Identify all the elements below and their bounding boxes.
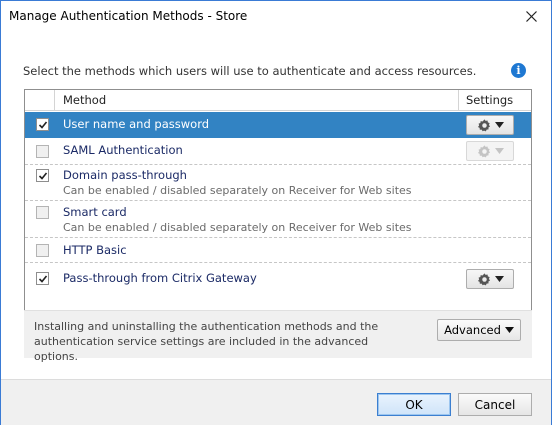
close-icon bbox=[525, 10, 537, 22]
method-name: SAML Authentication bbox=[63, 143, 183, 157]
instruction-text: Select the methods which users will use … bbox=[23, 64, 477, 78]
method-name: Smart card bbox=[63, 205, 127, 219]
table-row[interactable]: User name and password bbox=[25, 112, 531, 138]
gear-icon bbox=[477, 118, 490, 131]
header-check-column bbox=[25, 90, 55, 110]
manage-auth-dialog: Manage Authentication Methods - Store Se… bbox=[0, 0, 552, 425]
method-checkbox[interactable] bbox=[36, 145, 49, 158]
advanced-button-label: Advanced bbox=[444, 323, 501, 337]
table-row[interactable]: HTTP Basic bbox=[25, 238, 531, 263]
table-row[interactable]: Pass-through from Citrix Gateway bbox=[25, 263, 531, 295]
method-name: HTTP Basic bbox=[63, 243, 127, 257]
settings-button[interactable] bbox=[466, 115, 514, 135]
method-name: Domain pass-through bbox=[63, 168, 187, 182]
gear-icon bbox=[477, 144, 490, 157]
table-row[interactable]: Domain pass-through Can be enabled / dis… bbox=[25, 165, 531, 201]
header-settings: Settings bbox=[466, 93, 514, 107]
method-checkbox[interactable] bbox=[36, 118, 49, 131]
gear-icon bbox=[477, 272, 490, 285]
dialog-content: Select the methods which users will use … bbox=[11, 49, 541, 367]
method-description: Can be enabled / disabled separately on … bbox=[63, 221, 412, 234]
table-row[interactable]: Smart card Can be enabled / disabled sep… bbox=[25, 201, 531, 238]
method-checkbox[interactable] bbox=[36, 244, 49, 257]
method-description: Can be enabled / disabled separately on … bbox=[63, 184, 412, 197]
table-row[interactable]: SAML Authentication bbox=[25, 138, 531, 165]
header-divider bbox=[458, 90, 459, 110]
settings-button[interactable] bbox=[466, 269, 514, 289]
methods-table: Method Settings User name and password S… bbox=[24, 89, 532, 341]
method-name: Pass-through from Citrix Gateway bbox=[63, 271, 257, 285]
checkmark-icon bbox=[38, 120, 47, 129]
advanced-description: Installing and uninstalling the authenti… bbox=[34, 320, 379, 363]
dialog-footer: OK Cancel bbox=[1, 379, 551, 425]
method-checkbox[interactable] bbox=[36, 272, 49, 285]
settings-button[interactable] bbox=[466, 141, 514, 161]
checkmark-icon bbox=[38, 274, 47, 283]
window-title: Manage Authentication Methods - Store bbox=[9, 9, 248, 23]
chevron-down-icon bbox=[504, 327, 514, 333]
method-checkbox[interactable] bbox=[36, 206, 49, 219]
method-checkbox[interactable] bbox=[36, 169, 49, 182]
info-icon[interactable]: i bbox=[511, 63, 526, 78]
chevron-down-icon bbox=[494, 122, 504, 128]
method-name: User name and password bbox=[63, 117, 210, 131]
chevron-down-icon bbox=[494, 276, 504, 282]
header-method: Method bbox=[63, 93, 107, 107]
checkmark-icon bbox=[38, 171, 47, 180]
table-header: Method Settings bbox=[25, 90, 531, 111]
ok-button[interactable]: OK bbox=[377, 393, 451, 416]
close-button[interactable] bbox=[517, 5, 545, 27]
title-bar: Manage Authentication Methods - Store bbox=[1, 1, 551, 33]
advanced-panel: Installing and uninstalling the authenti… bbox=[24, 310, 532, 363]
chevron-down-icon bbox=[494, 148, 504, 154]
cancel-button[interactable]: Cancel bbox=[458, 393, 532, 416]
advanced-button[interactable]: Advanced bbox=[437, 319, 521, 341]
